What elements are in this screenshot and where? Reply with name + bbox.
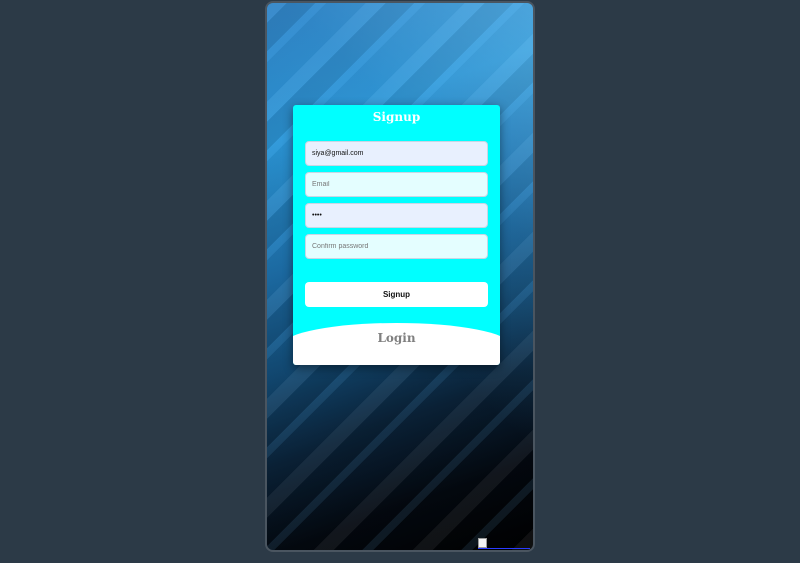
username-field[interactable] [305,141,488,166]
signup-card: Signup Signup Login [293,105,500,365]
confirm-password-field[interactable] [305,234,488,259]
phone-frame: Signup Signup Login [265,1,535,552]
email-field[interactable] [305,172,488,197]
login-link[interactable]: Login [293,331,500,345]
password-field[interactable] [305,203,488,228]
signup-button[interactable]: Signup [305,282,488,307]
broken-image-link[interactable] [478,538,530,549]
signup-title: Signup [372,110,421,124]
broken-image-icon [478,538,487,548]
